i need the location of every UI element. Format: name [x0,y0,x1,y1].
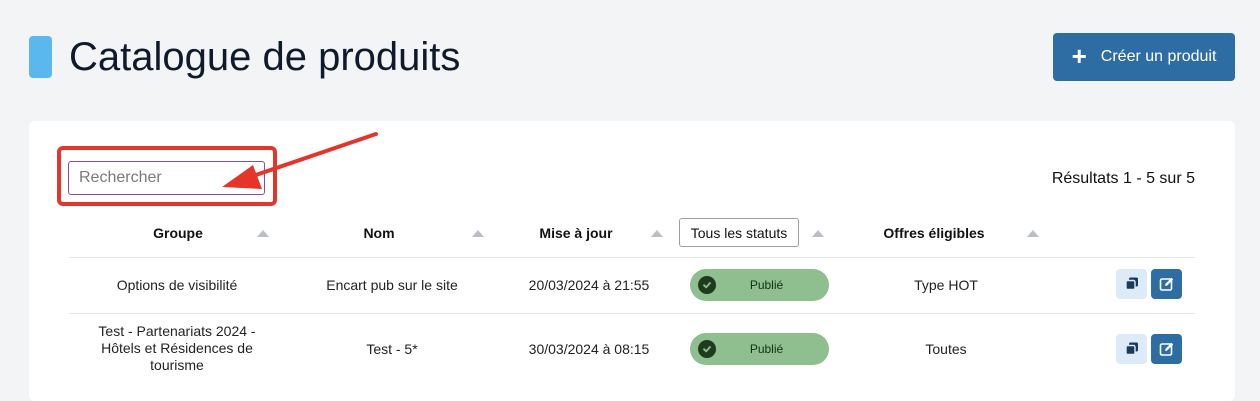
row-divider [69,313,1195,314]
sort-arrow-icon[interactable] [472,230,484,237]
sort-arrow-icon[interactable] [651,230,663,237]
column-header-updated[interactable]: Mise à jour [526,225,626,241]
plus-icon: + [1071,41,1087,71]
edit-button[interactable] [1151,334,1182,364]
status-filter-select[interactable]: Tous les statuts [679,218,799,247]
results-count: Résultats 1 - 5 sur 5 [1051,170,1195,187]
copy-icon [1124,342,1138,356]
table-header-divider [69,257,1195,258]
row-1-status-badge: Publié [690,269,829,301]
edit-icon [1159,277,1173,291]
column-header-name[interactable]: Nom [339,225,419,241]
edit-button[interactable] [1151,269,1182,299]
create-product-label: Créer un produit [1100,48,1217,65]
sort-arrow-icon[interactable] [812,230,824,237]
column-header-group[interactable]: Groupe [116,225,240,241]
row-2-name: Test - 5* [366,341,418,357]
annotation-highlight-box [57,146,277,206]
row-2-status-badge: Publié [690,333,829,365]
row-2-updated: 30/03/2024 à 08:15 [528,341,650,357]
edit-icon [1159,342,1173,356]
create-product-button[interactable]: + Créer un produit [1053,33,1235,81]
row-2-group: Test - Partenariats 2024 - Hôtels et Rés… [98,323,256,373]
status-label: Publié [749,278,784,292]
page-title: Catalogue de produits [69,35,461,79]
duplicate-button[interactable] [1116,334,1147,364]
title-accent-bar [29,36,52,78]
row-1-group: Options de visibilité [116,277,238,293]
copy-icon [1124,277,1138,291]
row-2-offers: Toutes [925,341,967,357]
sort-arrow-icon[interactable] [257,230,269,237]
column-header-offers[interactable]: Offres éligibles [864,225,1004,241]
sort-arrow-icon[interactable] [1027,230,1039,237]
status-label: Publié [749,342,784,356]
row-1-offers: Type HOT [914,277,978,293]
row-1-updated: 20/03/2024 à 21:55 [528,277,650,293]
duplicate-button[interactable] [1116,269,1147,299]
row-1-name: Encart pub sur le site [326,277,458,293]
